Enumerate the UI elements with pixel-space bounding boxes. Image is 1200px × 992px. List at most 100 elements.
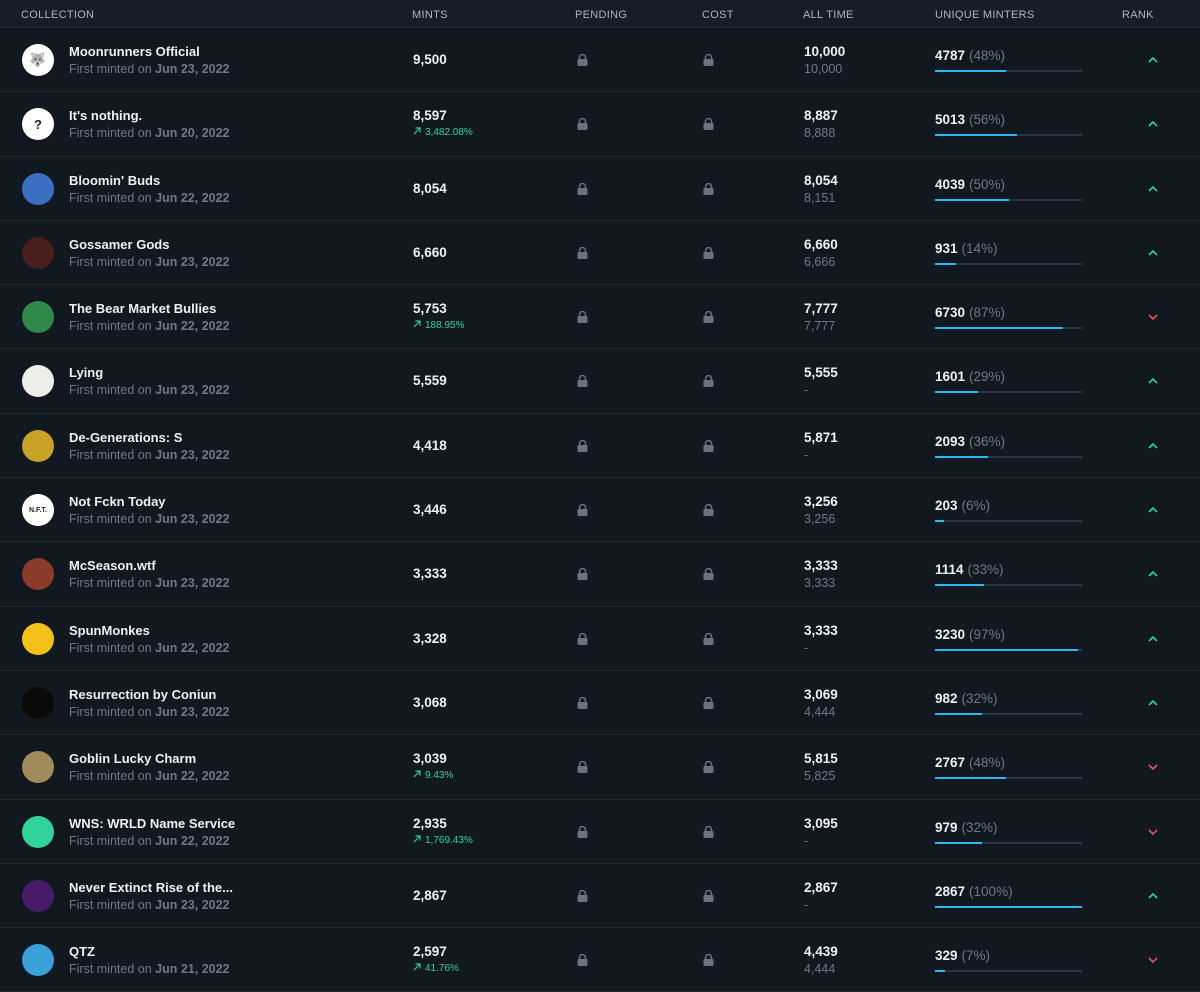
table-row[interactable]: WNS: WRLD Name Service First minted on J… xyxy=(0,800,1200,864)
unique-minters-bar xyxy=(935,262,1082,265)
rank-up-icon xyxy=(1148,506,1158,513)
collection-name[interactable]: Resurrection by Coniun xyxy=(69,687,216,702)
collection-name[interactable]: De-Generations: S xyxy=(69,430,182,445)
table-row[interactable]: Gossamer Gods First minted on Jun 23, 20… xyxy=(0,221,1200,286)
unique-minters-bar-fill xyxy=(935,584,984,587)
cost-lock-icon xyxy=(703,246,714,259)
coin-avatar-icon xyxy=(22,751,54,784)
cost-lock-icon xyxy=(703,118,714,131)
collection-name[interactable]: SpunMonkes xyxy=(69,623,150,638)
table-header: COLLECTION MINTS PENDING COST ALL TIME U… xyxy=(0,0,1200,28)
cost-lock-icon xyxy=(703,182,714,195)
collection-name[interactable]: QTZ xyxy=(69,944,95,959)
rank-up-icon xyxy=(1148,571,1158,577)
collection-name[interactable]: McSeason.wtf xyxy=(69,558,156,573)
unique-minters-percent: (87%) xyxy=(969,305,1006,321)
collection-name[interactable]: Bloomin' Buds xyxy=(69,173,160,188)
mammoth-avatar-icon xyxy=(22,879,54,912)
table-row[interactable]: ? It's nothing. First minted on Jun 20, … xyxy=(0,92,1200,157)
first-minted-text: First minted on Jun 22, 2022 xyxy=(69,769,230,784)
unique-minters: 979 (32%) xyxy=(935,819,998,835)
all-time-value: 3,069 xyxy=(804,686,838,702)
mints-value: 5,559 xyxy=(413,373,447,389)
table-row[interactable]: Resurrection by Coniun First minted on J… xyxy=(0,671,1200,736)
table-row[interactable]: Lying First minted on Jun 23, 2022 5,559… xyxy=(0,349,1200,414)
collection-name[interactable]: Lying xyxy=(69,365,103,380)
unique-minters: 2767 (48%) xyxy=(935,755,1006,771)
collection-name[interactable]: It's nothing. xyxy=(69,108,142,123)
rank-down-icon xyxy=(1148,314,1158,321)
mints-change: 9.43% xyxy=(413,770,453,781)
header-collection[interactable]: COLLECTION xyxy=(21,9,94,21)
header-pending[interactable]: PENDING xyxy=(575,9,627,21)
unique-minters-bar-fill xyxy=(935,134,1018,137)
table-row[interactable]: De-Generations: S First minted on Jun 23… xyxy=(0,414,1200,479)
mints-value: 2,867 xyxy=(413,887,447,903)
table-row[interactable]: The Bear Market Bullies First minted on … xyxy=(0,285,1200,350)
sketch-avatar-icon xyxy=(22,365,54,398)
unique-minters-percent: (97%) xyxy=(969,626,1006,642)
bunny-avatar-icon xyxy=(22,172,54,205)
table-row[interactable]: QTZ First minted on Jun 21, 2022 2,597 4… xyxy=(0,928,1200,992)
collection-name[interactable]: Not Fckn Today xyxy=(69,494,166,509)
cost-lock-icon xyxy=(703,439,714,452)
unique-minters-percent: (29%) xyxy=(969,369,1006,385)
unique-minters: 2867 (100%) xyxy=(935,883,1013,899)
table-row[interactable]: Never Extinct Rise of the... First minte… xyxy=(0,864,1200,929)
first-minted-text: First minted on Jun 23, 2022 xyxy=(69,447,230,462)
collection-name[interactable]: Moonrunners Official xyxy=(69,44,200,59)
pending-lock-icon xyxy=(577,632,588,645)
header-cost[interactable]: COST xyxy=(702,9,734,21)
rank-up-icon xyxy=(1148,442,1158,449)
collection-name[interactable]: Goblin Lucky Charm xyxy=(69,751,196,766)
first-minted-text: First minted on Jun 23, 2022 xyxy=(69,576,230,591)
all-time-secondary: 3,256 xyxy=(804,512,836,527)
all-time-value: 3,095 xyxy=(804,815,838,831)
table-row[interactable]: Bloomin' Buds First minted on Jun 22, 20… xyxy=(0,157,1200,221)
mints-value: 2,935 xyxy=(413,815,447,831)
unique-minters-bar-fill xyxy=(935,391,978,394)
collection-name[interactable]: WNS: WRLD Name Service xyxy=(69,816,235,831)
pending-lock-icon xyxy=(577,439,588,452)
ring-avatar-icon xyxy=(22,686,54,719)
all-time-secondary: 6,666 xyxy=(804,254,836,269)
header-rank[interactable]: RANK xyxy=(1122,9,1154,21)
first-minted-text: First minted on Jun 22, 2022 xyxy=(69,319,230,334)
table-row[interactable]: SpunMonkes First minted on Jun 22, 2022 … xyxy=(0,607,1200,671)
cost-lock-icon xyxy=(703,696,714,709)
table-body: 🐺 Moonrunners Official First minted on J… xyxy=(0,28,1200,992)
header-all-time[interactable]: ALL TIME xyxy=(803,9,854,21)
header-unique-minters[interactable]: UNIQUE MINTERS xyxy=(935,9,1035,21)
all-time-secondary: - xyxy=(804,447,809,462)
cost-lock-icon xyxy=(703,954,714,967)
cost-lock-icon xyxy=(703,568,714,581)
table-row[interactable]: Goblin Lucky Charm First minted on Jun 2… xyxy=(0,735,1200,800)
unique-minters-bar-fill xyxy=(935,327,1063,330)
unique-minters-percent: (36%) xyxy=(969,433,1006,449)
collection-name[interactable]: Never Extinct Rise of the... xyxy=(69,880,233,895)
unique-minters: 931 (14%) xyxy=(935,240,998,256)
cost-lock-icon xyxy=(703,311,714,324)
unique-minters-percent: (33%) xyxy=(967,562,1004,578)
table-row[interactable]: 🐺 Moonrunners Official First minted on J… xyxy=(0,28,1200,93)
unique-minters: 1114 (33%) xyxy=(935,562,1004,578)
pending-lock-icon xyxy=(577,375,588,388)
mints-change: 41.76% xyxy=(413,963,459,974)
collection-name[interactable]: The Bear Market Bullies xyxy=(69,301,216,316)
bull-avatar-icon xyxy=(22,301,54,334)
unique-minters-percent: (7%) xyxy=(961,948,991,964)
all-time-value: 5,555 xyxy=(804,365,838,381)
unique-minters-bar-fill xyxy=(935,455,988,458)
all-time-value: 7,777 xyxy=(804,301,838,317)
unique-minters-bar-fill xyxy=(935,905,1082,908)
mints-value: 4,418 xyxy=(413,437,447,453)
table-row[interactable]: N.F.T. Not Fckn Today First minted on Ju… xyxy=(0,478,1200,543)
unique-minters-bar-fill xyxy=(935,648,1078,651)
collection-name[interactable]: Gossamer Gods xyxy=(69,237,169,252)
table-row[interactable]: McSeason.wtf First minted on Jun 23, 202… xyxy=(0,542,1200,607)
unique-minters-bar xyxy=(935,70,1082,72)
header-mints[interactable]: MINTS xyxy=(412,9,448,21)
unique-minters-percent: (100%) xyxy=(969,883,1013,899)
first-minted-date: Jun 22, 2022 xyxy=(155,769,230,784)
first-minted-date: Jun 23, 2022 xyxy=(155,704,230,719)
